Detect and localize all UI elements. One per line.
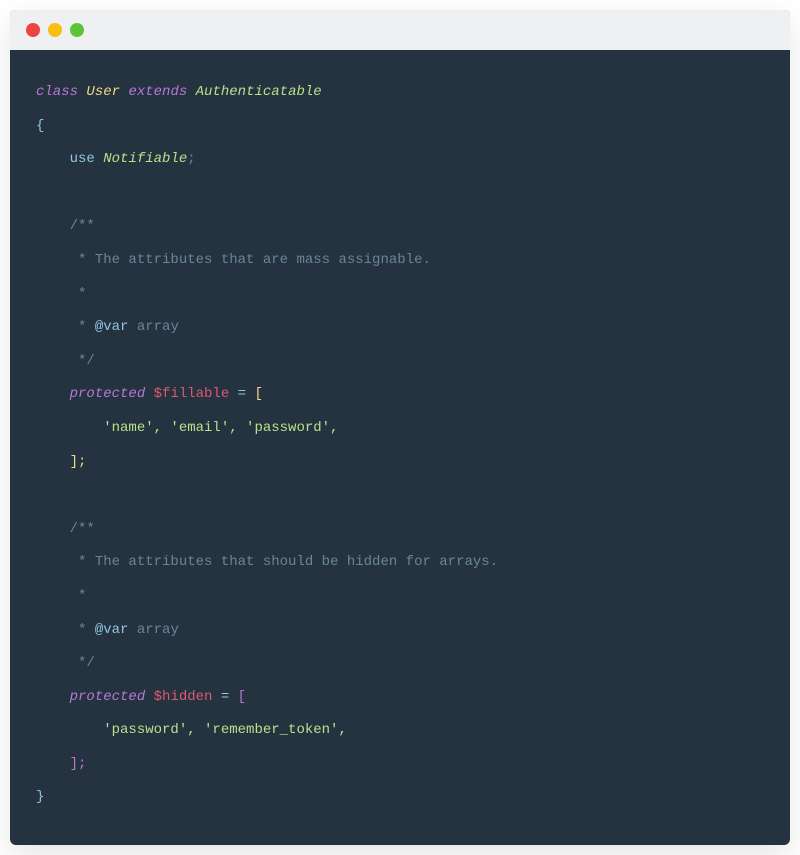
- docblock-text: * The attributes that should be hidden f…: [70, 554, 498, 570]
- code-line: protected $hidden = [: [36, 681, 764, 715]
- docblock-close: */: [70, 353, 95, 369]
- docblock-star: *: [70, 319, 87, 335]
- code-line: * The attributes that should be hidden f…: [36, 546, 764, 580]
- code-line: */: [36, 345, 764, 379]
- keyword-protected: protected: [70, 386, 146, 402]
- code-line: protected $fillable = [: [36, 378, 764, 412]
- code-line: use Notifiable;: [36, 143, 764, 177]
- brace-close: }: [36, 789, 44, 805]
- var-fillable: $fillable: [154, 386, 230, 402]
- code-line: ];: [36, 748, 764, 782]
- code-line: *: [36, 278, 764, 312]
- code-line: */: [36, 647, 764, 681]
- code-line: 'password', 'remember_token',: [36, 714, 764, 748]
- equals: =: [238, 386, 246, 402]
- trait-name: Notifiable: [103, 151, 187, 167]
- docblock-close: */: [70, 655, 95, 671]
- code-line: 'name', 'email', 'password',: [36, 412, 764, 446]
- array-items: 'name', 'email', 'password',: [103, 420, 338, 436]
- class-name: User: [86, 84, 120, 100]
- keyword-extends: extends: [128, 84, 187, 100]
- code-line: ];: [36, 446, 764, 480]
- keyword-protected: protected: [70, 689, 146, 705]
- parent-class: Authenticatable: [196, 84, 322, 100]
- code-line: /**: [36, 513, 764, 547]
- code-area: class User extends Authenticatable { use…: [10, 50, 790, 845]
- code-line: {: [36, 110, 764, 144]
- code-line: *: [36, 580, 764, 614]
- code-line: * @var array: [36, 614, 764, 648]
- docblock-text: * The attributes that are mass assignabl…: [70, 252, 431, 268]
- docblock-star: *: [70, 622, 87, 638]
- array-items: 'password', 'remember_token',: [103, 722, 347, 738]
- blank-line: [36, 479, 764, 513]
- code-line: }: [36, 781, 764, 815]
- keyword-use: use: [70, 151, 95, 167]
- code-line: class User extends Authenticatable: [36, 76, 764, 110]
- maximize-icon[interactable]: [70, 23, 84, 37]
- window-titlebar: [10, 10, 790, 50]
- docblock-var-tag: @var: [95, 622, 129, 638]
- code-line: /**: [36, 210, 764, 244]
- bracket-open: [: [238, 689, 246, 705]
- docblock-var-tag: @var: [95, 319, 129, 335]
- close-icon[interactable]: [26, 23, 40, 37]
- code-window: class User extends Authenticatable { use…: [10, 10, 790, 845]
- bracket-close: ];: [70, 454, 87, 470]
- keyword-class: class: [36, 84, 78, 100]
- docblock-open: /**: [70, 218, 95, 234]
- equals: =: [221, 689, 229, 705]
- docblock-star: *: [70, 286, 87, 302]
- bracket-close: ];: [70, 756, 87, 772]
- docblock-open: /**: [70, 521, 95, 537]
- docblock-var-type: array: [137, 622, 179, 638]
- semicolon: ;: [187, 151, 195, 167]
- minimize-icon[interactable]: [48, 23, 62, 37]
- brace-open: {: [36, 118, 44, 134]
- code-line: * @var array: [36, 311, 764, 345]
- var-hidden: $hidden: [154, 689, 213, 705]
- bracket-open: [: [254, 386, 262, 402]
- code-line: * The attributes that are mass assignabl…: [36, 244, 764, 278]
- blank-line: [36, 177, 764, 211]
- docblock-var-type: array: [137, 319, 179, 335]
- docblock-star: *: [70, 588, 87, 604]
